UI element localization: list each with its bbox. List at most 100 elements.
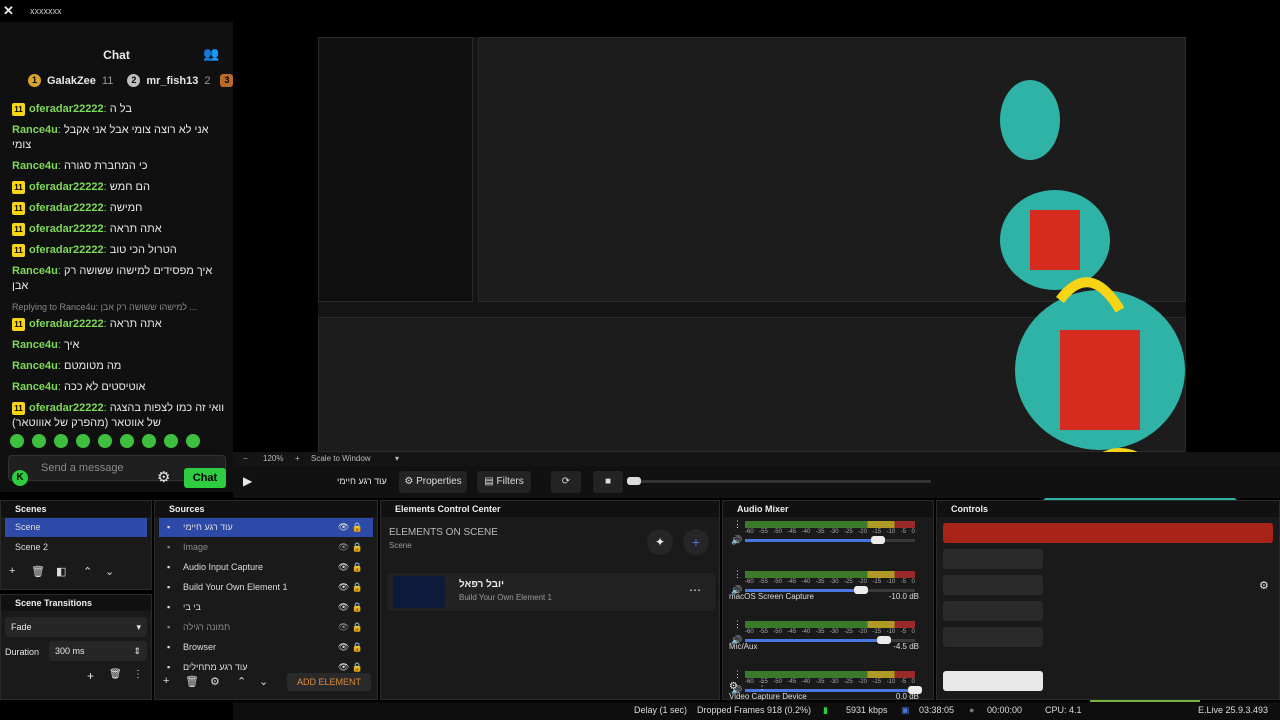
gear-icon[interactable]: ⚙ (729, 681, 738, 692)
chat-username[interactable]: Rance4u (12, 381, 58, 393)
emote-icon[interactable] (10, 434, 24, 448)
duration-stepper[interactable]: 300 ms ⇕ (49, 641, 147, 661)
lock-icon[interactable]: 🔒 (352, 582, 363, 592)
source-item[interactable]: ▪ Build Your Own Element 1 👁 🔒 (159, 578, 373, 597)
filters-button[interactable]: ▤ Filters (477, 471, 531, 493)
chat-send-button[interactable]: Chat (184, 468, 226, 488)
kick-logo-icon[interactable]: K (12, 470, 28, 486)
users-icon[interactable]: 👥 (203, 46, 219, 62)
add-icon[interactable]: + (87, 669, 94, 683)
source-item[interactable]: ▪ Audio Input Capture 👁 🔒 (159, 558, 373, 577)
settings-gear-icon[interactable]: ⚙ (157, 468, 170, 486)
close-icon[interactable]: ✕ (3, 3, 14, 19)
lock-icon[interactable]: 🔒 (352, 542, 363, 552)
settings-icon[interactable]: ⚙ (1259, 579, 1269, 592)
zoom-in-button[interactable]: + (295, 454, 300, 463)
start-streaming-button[interactable] (943, 523, 1273, 543)
chat-username[interactable]: Rance4u (12, 265, 58, 277)
scene-item[interactable]: Scene (5, 518, 147, 537)
chat-username[interactable]: oferadar22222 (29, 402, 104, 414)
element-card[interactable]: יובל רפאל Build Your Own Element 1 ⋯ (387, 573, 715, 611)
chat-username[interactable]: Rance4u (12, 339, 58, 351)
zoom-out-button[interactable]: − (243, 454, 248, 463)
lock-icon[interactable]: 🔒 (352, 662, 363, 672)
volume-slider[interactable] (745, 586, 915, 594)
properties-button[interactable]: ⚙ Properties (399, 471, 467, 493)
add-element-button[interactable]: ADD ELEMENT (287, 673, 371, 691)
chat-username[interactable]: oferadar22222 (29, 244, 104, 256)
visibility-eye-icon[interactable]: 👁 (338, 602, 352, 612)
emote-icon[interactable] (54, 434, 68, 448)
chat-username[interactable]: oferadar22222 (29, 223, 104, 235)
controls-button[interactable] (943, 627, 1043, 647)
emote-icon[interactable] (186, 434, 200, 448)
lock-icon[interactable]: 🔒 (352, 602, 363, 612)
chat-username[interactable]: Rance4u (12, 360, 58, 372)
filter-icon[interactable]: ◧ (56, 565, 66, 578)
more-icon[interactable]: ⋯ (689, 583, 701, 597)
chat-username[interactable]: Rance4u (12, 124, 58, 136)
trash-icon[interactable]: 🗑 (109, 669, 122, 680)
emote-icon[interactable] (120, 434, 134, 448)
visibility-eye-icon[interactable]: 👁 (338, 662, 352, 672)
visibility-eye-icon[interactable]: 👁 (338, 562, 352, 572)
media-seek-knob[interactable] (627, 477, 641, 485)
chat-username[interactable]: oferadar22222 (29, 103, 104, 115)
volume-knob[interactable] (908, 686, 922, 694)
source-item[interactable]: ▪ בי בי 👁 🔒 (159, 598, 373, 617)
gear-icon[interactable]: ⚙ (210, 675, 220, 688)
controls-button[interactable] (943, 575, 1043, 595)
more-icon[interactable]: ⋮ (757, 681, 767, 692)
controls-button[interactable] (943, 601, 1043, 621)
visibility-eye-icon[interactable]: 👁 (338, 582, 352, 592)
emote-icon[interactable] (76, 434, 90, 448)
channel-menu-icon[interactable]: ⋮ (733, 519, 742, 530)
volume-knob[interactable] (853, 586, 868, 594)
speaker-icon[interactable]: 🔊 (731, 585, 742, 596)
play-icon[interactable]: ▶ (243, 474, 252, 488)
visibility-eye-icon[interactable]: 👁 (338, 542, 352, 552)
lock-icon[interactable]: 🔒 (352, 522, 363, 532)
chevron-down-icon[interactable]: ⌄ (105, 565, 114, 578)
channel-menu-icon[interactable]: ⋮ (733, 569, 742, 580)
source-item[interactable]: ▪ עוד רגע חיימי 👁 🔒 (159, 518, 373, 537)
emote-icon[interactable] (98, 434, 112, 448)
refresh-button[interactable]: ⟳ (551, 471, 581, 493)
volume-slider[interactable] (745, 536, 915, 544)
volume-slider[interactable] (745, 636, 915, 644)
transition-select[interactable]: Fade ▾ (5, 617, 147, 637)
visibility-eye-icon[interactable]: 👁 (338, 642, 352, 652)
add-icon[interactable]: + (9, 565, 15, 577)
controls-button[interactable] (943, 671, 1043, 691)
more-icon[interactable]: ⋮ (133, 669, 143, 680)
controls-button[interactable] (943, 549, 1043, 569)
lock-icon[interactable]: 🔒 (352, 622, 363, 632)
emote-icon[interactable] (32, 434, 46, 448)
channel-menu-icon[interactable]: ⋮ (733, 669, 742, 680)
add-element-icon[interactable]: + (683, 529, 709, 555)
speaker-icon[interactable]: 🔊 (731, 635, 742, 646)
chat-username[interactable]: oferadar22222 (29, 202, 104, 214)
media-seek-slider[interactable] (627, 477, 931, 485)
source-item[interactable]: ▪ Image 👁 🔒 (159, 538, 373, 557)
volume-knob[interactable] (870, 536, 885, 544)
magic-icon[interactable]: ✦ (647, 529, 673, 555)
chat-username[interactable]: oferadar22222 (29, 318, 104, 330)
source-item[interactable]: ▪ Browser 👁 🔒 (159, 638, 373, 657)
channel-menu-icon[interactable]: ⋮ (733, 619, 742, 630)
chat-username[interactable]: oferadar22222 (29, 181, 104, 193)
add-icon[interactable]: + (163, 675, 169, 687)
source-item[interactable]: ▪ תמונה רגילה 👁 🔒 (159, 618, 373, 637)
scale-mode-select[interactable]: Scale to Window (311, 454, 371, 463)
lock-icon[interactable]: 🔒 (352, 562, 363, 572)
visibility-eye-icon[interactable]: 👁 (338, 522, 352, 532)
emote-icon[interactable] (142, 434, 156, 448)
stop-button[interactable]: ■ (593, 471, 623, 493)
scene-item[interactable]: Scene 2 (5, 538, 147, 557)
chevron-down-icon[interactable]: ⌄ (259, 675, 268, 688)
chevron-up-icon[interactable]: ⌃ (237, 675, 246, 688)
volume-slider[interactable] (745, 686, 922, 694)
lock-icon[interactable]: 🔒 (352, 642, 363, 652)
trash-icon[interactable]: 🗑 (185, 675, 199, 688)
visibility-eye-icon[interactable]: 👁 (338, 622, 352, 632)
